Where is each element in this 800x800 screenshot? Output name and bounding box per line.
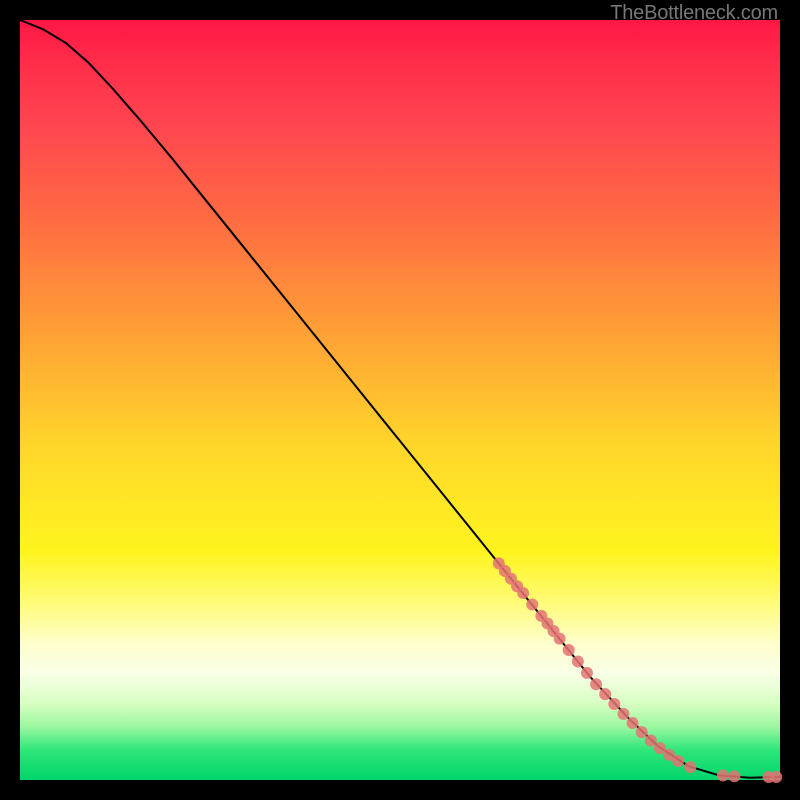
chart-data-point (672, 755, 684, 767)
chart-data-point (517, 587, 529, 599)
chart-plot-area (20, 20, 780, 780)
chart-curve-svg (20, 20, 780, 780)
chart-data-point (684, 761, 696, 773)
chart-data-point (770, 771, 782, 783)
chart-data-point (617, 708, 629, 720)
chart-data-dots (493, 557, 782, 783)
chart-stage: TheBottleneck.com (0, 0, 800, 800)
chart-data-point (608, 698, 620, 710)
chart-data-point (581, 667, 593, 679)
chart-data-point (554, 633, 566, 645)
chart-data-point (590, 678, 602, 690)
chart-data-point (717, 769, 729, 781)
chart-data-point (572, 655, 584, 667)
chart-data-point (636, 726, 648, 738)
chart-data-point (599, 688, 611, 700)
chart-data-point (728, 770, 740, 782)
chart-data-point (627, 717, 639, 729)
chart-data-point (526, 598, 538, 610)
chart-data-point (563, 644, 575, 656)
attribution-text: TheBottleneck.com (610, 2, 778, 25)
chart-curve-path (20, 20, 780, 778)
